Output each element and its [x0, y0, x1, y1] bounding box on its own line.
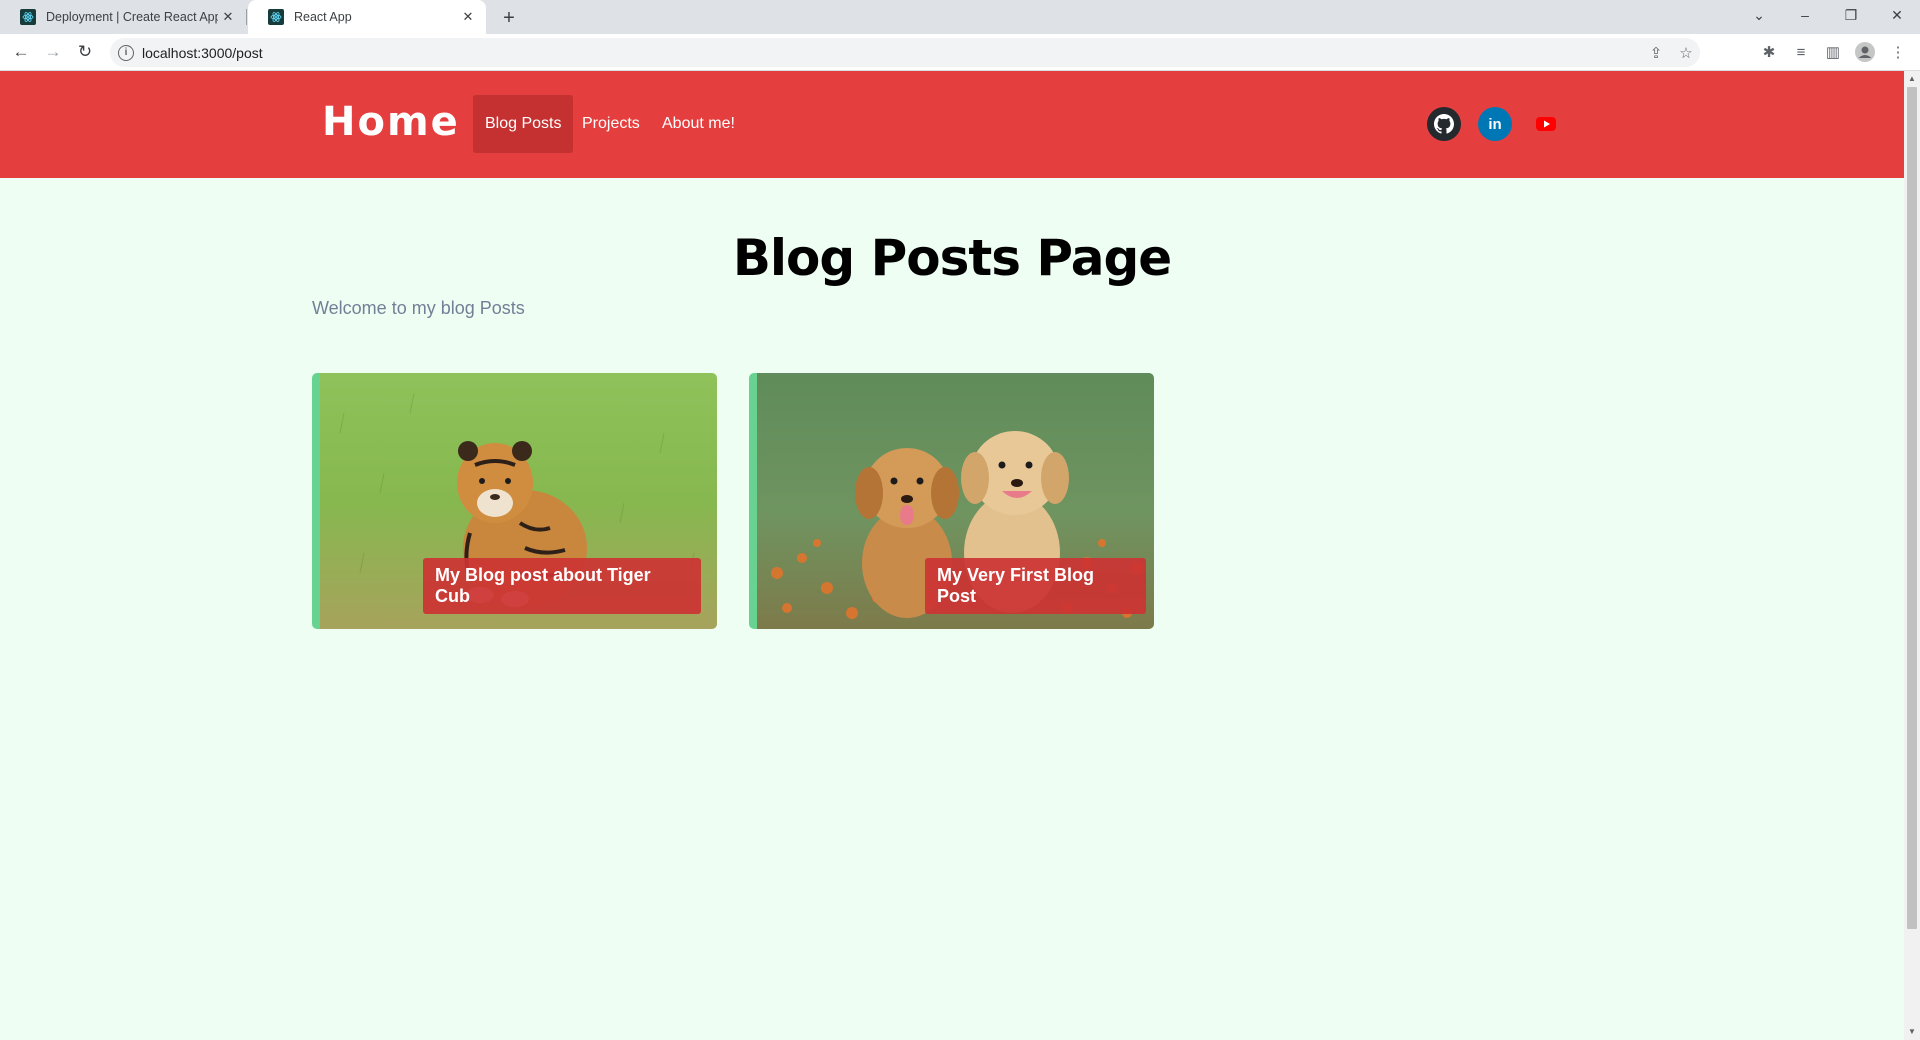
reload-icon[interactable]: ↻ — [71, 38, 99, 66]
nav-projects[interactable]: Projects — [570, 95, 652, 153]
tab-title: React App — [294, 10, 352, 24]
tab-deployment[interactable]: Deployment | Create React App ✕ — [0, 0, 246, 34]
tab-title: Deployment | Create React App — [46, 10, 218, 24]
extensions-puzzle-icon[interactable]: ✱ — [1755, 38, 1783, 66]
media-control-icon[interactable]: ≡ — [1787, 38, 1815, 66]
linkedin-icon[interactable]: in — [1478, 107, 1512, 141]
react-favicon-icon — [20, 9, 36, 25]
tab-strip: Deployment | Create React App ✕ React Ap… — [0, 0, 1920, 34]
browser-menu-icon[interactable]: ⋮ — [1884, 38, 1912, 66]
site-header: Home Blog Posts Projects About me! in — [0, 71, 1904, 178]
scroll-down-arrow-icon[interactable]: ▼ — [1907, 1027, 1917, 1037]
page-title: Blog Posts Page — [732, 229, 1172, 287]
bookmark-star-icon[interactable]: ☆ — [1672, 38, 1700, 67]
brand-home-link[interactable]: Home — [322, 99, 460, 145]
side-panel-icon[interactable]: ▥ — [1819, 38, 1847, 66]
youtube-icon[interactable] — [1529, 107, 1563, 141]
react-favicon-icon — [268, 9, 284, 25]
post-title-label[interactable]: My Blog post about Tiger Cub — [423, 558, 701, 614]
share-icon[interactable]: ⇪ — [1642, 38, 1670, 67]
page-viewport: Home Blog Posts Projects About me! in Bl… — [0, 71, 1904, 1040]
page-subtitle: Welcome to my blog Posts — [312, 298, 525, 318]
window-close-icon[interactable]: ✕ — [1874, 0, 1920, 30]
tab-search-chevron-down-icon[interactable]: ⌄ — [1736, 0, 1782, 30]
post-title-label[interactable]: My Very First Blog Post — [925, 558, 1146, 614]
page-scrollbar[interactable]: ▲ ▼ — [1904, 71, 1920, 1040]
nav-about-me[interactable]: About me! — [650, 95, 747, 153]
new-tab-plus-icon[interactable]: + — [496, 5, 522, 31]
tab-react-app[interactable]: React App ✕ — [248, 0, 486, 34]
scroll-up-arrow-icon[interactable]: ▲ — [1907, 74, 1917, 84]
scrollbar-thumb[interactable] — [1907, 87, 1917, 929]
site-info-icon[interactable]: i — [118, 44, 134, 61]
tab-separator — [246, 9, 247, 25]
nav-blog-posts[interactable]: Blog Posts — [473, 95, 574, 153]
restore-icon[interactable]: ❐ — [1828, 0, 1874, 30]
profile-avatar-icon[interactable] — [1851, 38, 1879, 66]
post-card-first-blog-post[interactable]: My Very First Blog Post — [749, 373, 1154, 629]
close-tab-icon[interactable]: ✕ — [218, 7, 238, 27]
back-arrow-icon[interactable]: ← — [7, 38, 35, 66]
minimize-icon[interactable]: – — [1782, 0, 1828, 30]
post-card-tiger-cub[interactable]: My Blog post about Tiger Cub — [312, 373, 717, 629]
github-icon[interactable] — [1427, 107, 1461, 141]
browser-toolbar: ← → ↻ i localhost:3000/post ⇪ ☆ ✱ ≡ ▥ ⋮ — [0, 34, 1920, 71]
linkedin-glyph: in — [1488, 115, 1502, 133]
address-bar[interactable]: i localhost:3000/post ⇪ ☆ — [110, 38, 1700, 67]
forward-arrow-icon[interactable]: → — [39, 38, 67, 66]
url-text: localhost:3000/post — [142, 44, 263, 61]
close-tab-icon[interactable]: ✕ — [458, 7, 478, 27]
